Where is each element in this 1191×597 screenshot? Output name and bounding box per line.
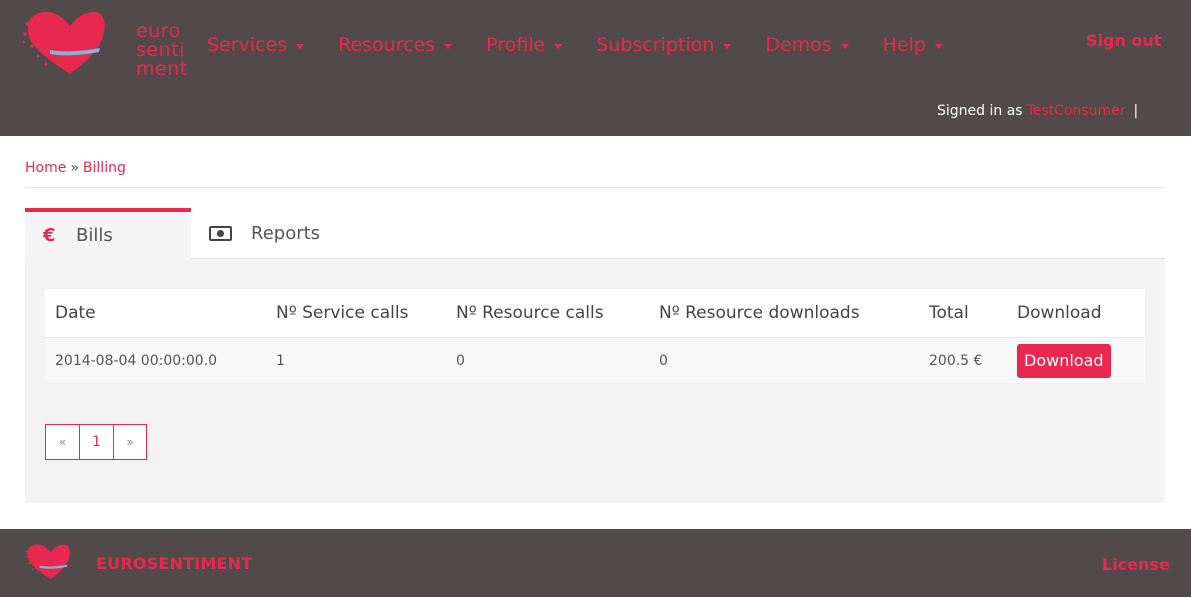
download-button[interactable]: Download xyxy=(1017,343,1111,378)
breadcrumb-separator: » xyxy=(70,160,79,176)
top-header: euro senti ment Services Resources Profi… xyxy=(0,0,1191,136)
table-row: 2014-08-04 00:00:00.0 1 0 0 200.5 € Down… xyxy=(45,338,1145,383)
license-link[interactable]: License xyxy=(1102,555,1170,574)
column-header-total: Total xyxy=(929,303,969,323)
caret-down-icon xyxy=(554,44,563,49)
tab-reports[interactable]: Reports xyxy=(209,208,320,259)
table-header: Date Nº Service calls Nº Resource calls … xyxy=(45,289,1145,338)
cell-total: 200.5 € xyxy=(929,352,983,369)
nav-label: Help xyxy=(882,34,926,56)
nav-subscription[interactable]: Subscription xyxy=(596,32,732,58)
nav-resources[interactable]: Resources xyxy=(338,32,453,58)
eurosentiment-logo[interactable]: euro senti ment xyxy=(22,10,187,80)
nav-profile[interactable]: Profile xyxy=(486,32,563,58)
cell-resource-calls: 0 xyxy=(456,352,465,369)
nav-demos[interactable]: Demos xyxy=(765,32,849,58)
signed-in-prefix: Signed in as xyxy=(937,103,1023,119)
cell-date: 2014-08-04 00:00:00.0 xyxy=(55,352,218,369)
pagination-prev[interactable]: « xyxy=(45,424,79,460)
breadcrumb-home[interactable]: Home xyxy=(25,160,66,176)
bills-panel: Date Nº Service calls Nº Resource calls … xyxy=(25,259,1165,503)
caret-down-icon xyxy=(296,44,305,49)
column-header-resource-downloads: Nº Resource downloads xyxy=(659,303,860,323)
cell-service-calls: 1 xyxy=(276,352,285,369)
nav-label: Demos xyxy=(765,34,832,56)
separator: | xyxy=(1133,103,1139,119)
caret-down-icon xyxy=(840,44,849,49)
footer: EUROSENTIMENT License xyxy=(0,529,1191,597)
nav-help[interactable]: Help xyxy=(883,32,943,58)
footer-brand: EUROSENTIMENT xyxy=(96,554,253,573)
tab-bar: € Bills Reports xyxy=(25,208,1165,259)
pagination-next[interactable]: » xyxy=(113,424,147,460)
heart-logo-icon xyxy=(22,12,105,74)
tab-label: Bills xyxy=(76,225,113,246)
nav-label: Services xyxy=(207,34,288,56)
divider xyxy=(25,187,1165,188)
username-link[interactable]: TestConsumer xyxy=(1027,103,1126,119)
pagination: « 1 » xyxy=(45,424,147,460)
tab-bills[interactable]: € Bills xyxy=(25,208,191,259)
main-nav: Services Resources Profile Subscription … xyxy=(207,32,977,58)
euro-icon: € xyxy=(43,225,56,246)
nav-label: Profile xyxy=(486,34,546,56)
logo-wordmark: euro senti ment xyxy=(136,22,188,79)
column-header-download: Download xyxy=(1017,303,1102,323)
breadcrumb-current[interactable]: Billing xyxy=(83,160,126,176)
sign-out-link[interactable]: Sign out xyxy=(1086,31,1161,50)
nav-label: Subscription xyxy=(596,34,715,56)
heart-logo-icon xyxy=(24,544,70,580)
caret-down-icon xyxy=(723,44,732,49)
pagination-page[interactable]: 1 xyxy=(79,424,113,460)
cell-download: Download xyxy=(1017,338,1111,383)
column-header-date: Date xyxy=(55,303,96,323)
logo-line: ment xyxy=(136,58,188,80)
caret-down-icon xyxy=(935,44,943,49)
bills-table: Date Nº Service calls Nº Resource calls … xyxy=(45,289,1145,383)
column-header-service-calls: Nº Service calls xyxy=(276,303,409,323)
column-header-resource-calls: Nº Resource calls xyxy=(456,303,604,323)
nav-services[interactable]: Services xyxy=(207,32,305,58)
tab-label: Reports xyxy=(251,223,321,244)
signed-in-status: Signed in as TestConsumer | xyxy=(937,103,1138,119)
cell-resource-downloads: 0 xyxy=(659,352,668,369)
nav-label: Resources xyxy=(338,34,436,56)
banknote-icon xyxy=(209,226,232,241)
breadcrumb: Home» Billing xyxy=(25,160,126,176)
caret-down-icon xyxy=(444,44,453,49)
